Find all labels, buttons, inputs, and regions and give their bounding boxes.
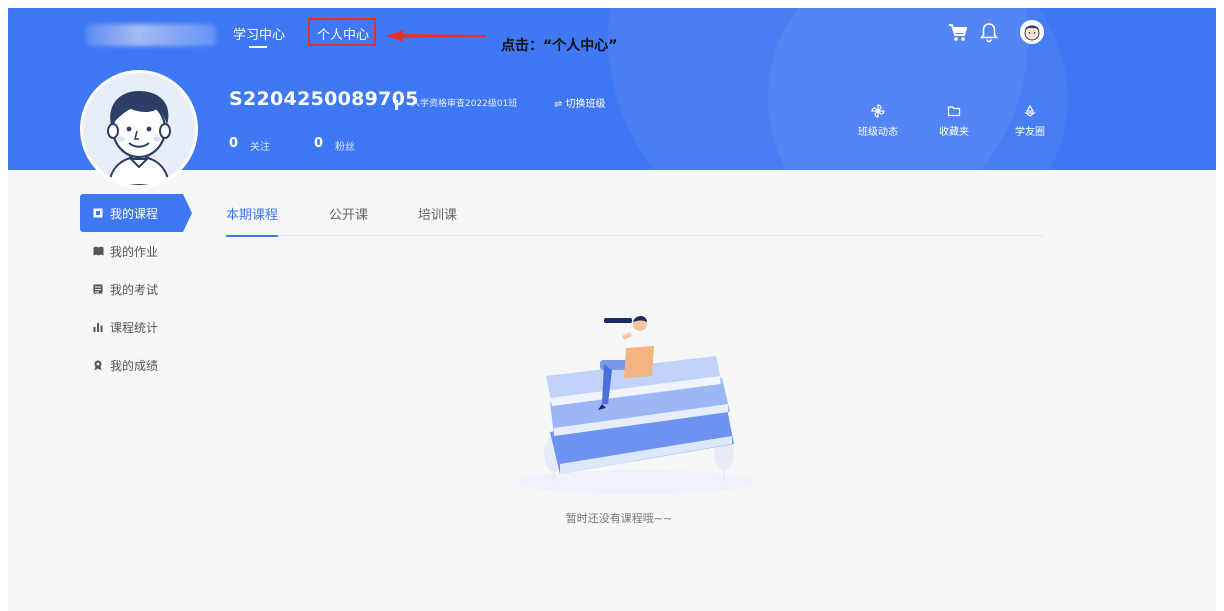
fans-count[interactable]: 0	[314, 136, 323, 151]
nav-personal-center[interactable]: 个人中心	[317, 24, 369, 43]
bar-chart-icon	[92, 321, 104, 333]
sidebar-item-label: 我的成绩	[110, 358, 159, 373]
class-name: 入学资格审查2022级01班	[411, 99, 518, 109]
exam-icon	[92, 283, 104, 295]
bell-icon[interactable]	[978, 21, 1000, 43]
sidebar-item-my-grades[interactable]: 我的成绩	[80, 346, 200, 384]
profile-avatar[interactable]	[80, 70, 198, 188]
app-frame: 学习中心 个人中心 点击：“个人中心” S2204250089705 入学资格审…	[8, 8, 1216, 611]
recycle-icon	[1024, 104, 1036, 117]
divider	[395, 100, 398, 110]
sidebar-item-course-stats[interactable]: 课程统计	[80, 308, 200, 346]
empty-state-illustration	[518, 316, 754, 494]
follow-label[interactable]: 关注	[250, 138, 270, 153]
quick-link-label: 收藏夹	[939, 127, 969, 138]
sidebar-item-my-courses[interactable]: 我的课程	[80, 194, 200, 232]
sidebar-item-my-exams[interactable]: 我的考试	[80, 270, 200, 308]
nav-active-underline	[249, 46, 267, 48]
pinwheel-icon	[871, 104, 885, 118]
follow-count[interactable]: 0	[229, 136, 238, 151]
sidebar-item-label: 课程统计	[110, 320, 159, 335]
course-icon	[92, 207, 104, 219]
sidebar-item-label: 我的考试	[110, 282, 159, 297]
empty-state-message: 暂时还没有课程哦~~	[565, 512, 673, 525]
quick-link-class-feed[interactable]: 班级动态	[848, 104, 908, 138]
tab-training-courses[interactable]: 培训课	[418, 204, 457, 223]
username: S2204250089705	[229, 88, 419, 110]
user-avatar[interactable]	[1020, 20, 1044, 44]
book-icon	[92, 245, 104, 257]
site-logo[interactable]	[86, 24, 216, 46]
switch-class-button[interactable]: ⇌ 切换班级	[554, 95, 606, 110]
course-tabs: 本期课程 公开课 培训课	[226, 204, 1044, 236]
sidebar-item-label: 我的课程	[110, 206, 159, 221]
annotation-arrow-icon	[386, 30, 486, 42]
fans-label[interactable]: 粉丝	[335, 138, 355, 153]
sidebar-item-label: 我的作业	[110, 244, 159, 259]
tab-active-underline	[226, 235, 278, 237]
tab-current-courses[interactable]: 本期课程	[226, 204, 278, 223]
tab-open-courses[interactable]: 公开课	[329, 204, 368, 223]
shopping-cart-icon[interactable]	[946, 21, 968, 43]
quick-link-label: 班级动态	[858, 127, 898, 138]
quick-link-favorites[interactable]: 收藏夹	[924, 104, 984, 138]
award-icon	[92, 359, 104, 371]
nav-study-center[interactable]: 学习中心	[233, 24, 285, 43]
quick-link-label: 学友圈	[1015, 127, 1045, 138]
sidebar: 我的课程 我的作业 我的考试 课程统计 我的成绩	[80, 194, 200, 384]
annotation-text: 点击：“个人中心”	[501, 38, 618, 54]
sidebar-item-my-homework[interactable]: 我的作业	[80, 232, 200, 270]
quick-link-study-circle[interactable]: 学友圈	[1000, 104, 1060, 138]
folder-icon	[947, 106, 961, 117]
